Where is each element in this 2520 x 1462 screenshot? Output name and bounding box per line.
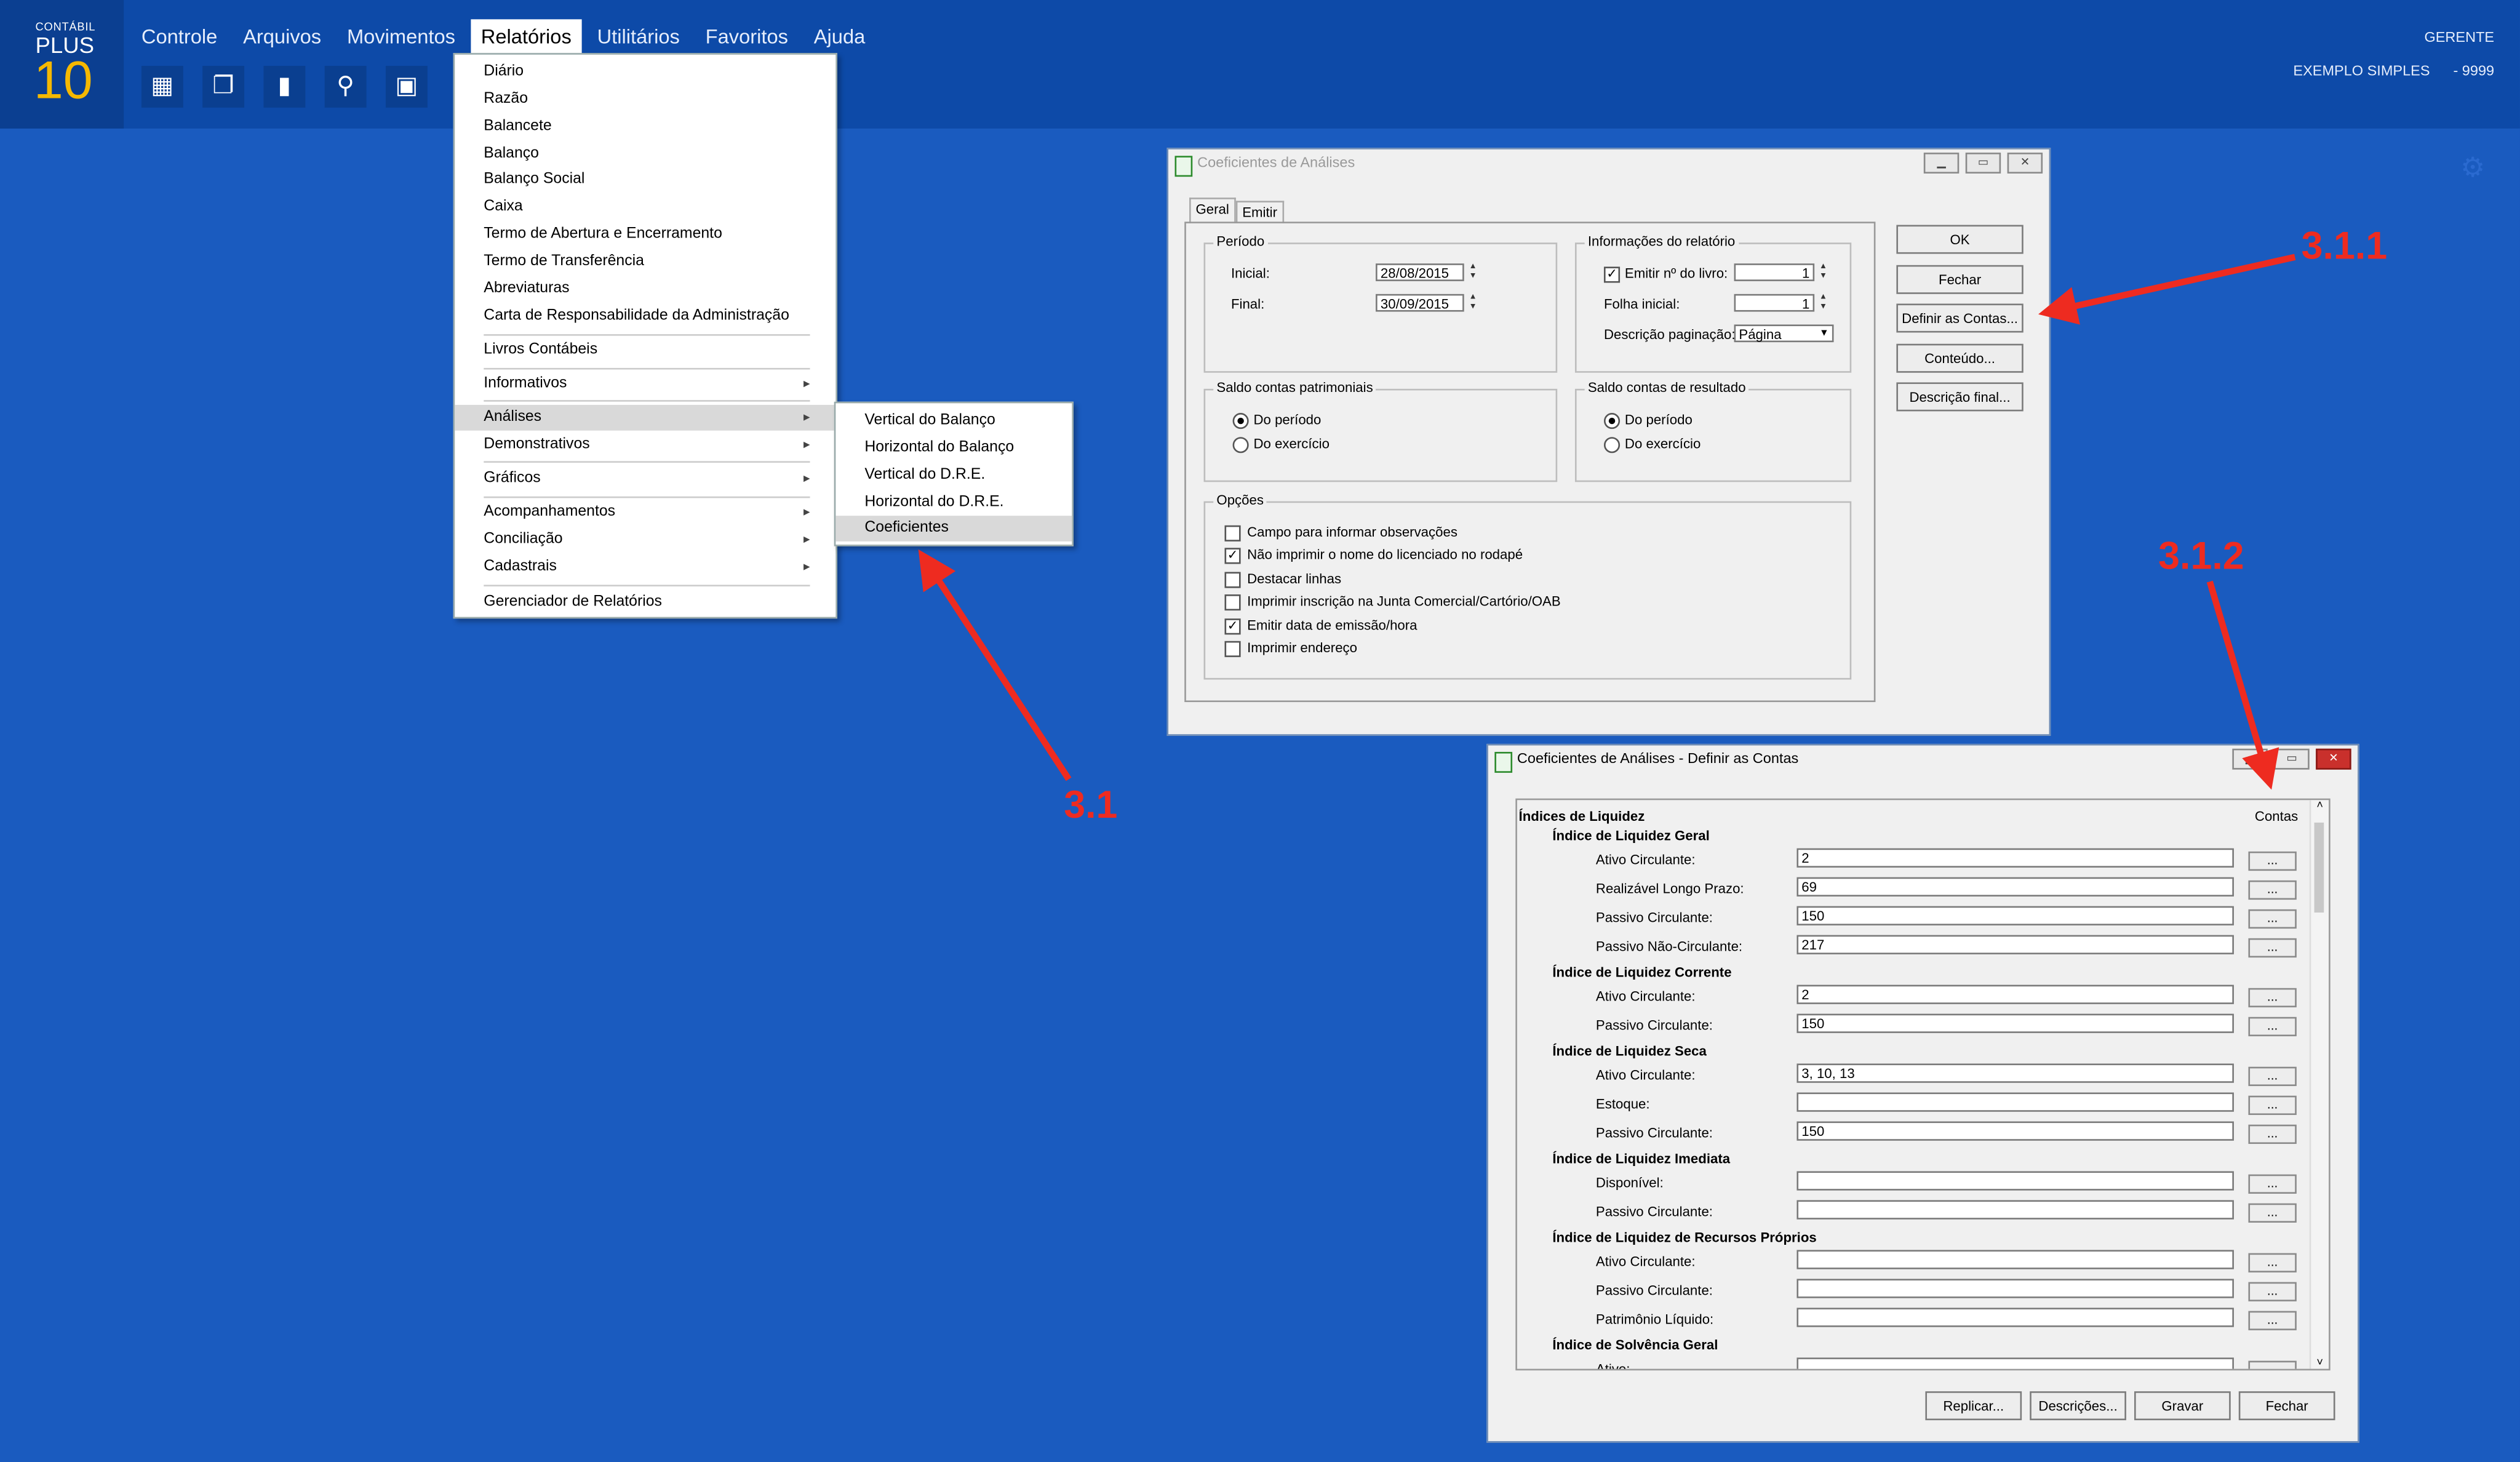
annotation-label: 3.1.1 [2301, 225, 2388, 269]
annotation-label: 3.1.2 [2158, 535, 2244, 578]
arrow-to-coeficientes [918, 549, 1072, 781]
arrow-to-definir-contas [2038, 254, 2296, 325]
annotation-arrows [918, 254, 2296, 790]
arrow-to-contas-column [2206, 580, 2279, 790]
annotation-label: 3.1 [1064, 784, 1118, 828]
